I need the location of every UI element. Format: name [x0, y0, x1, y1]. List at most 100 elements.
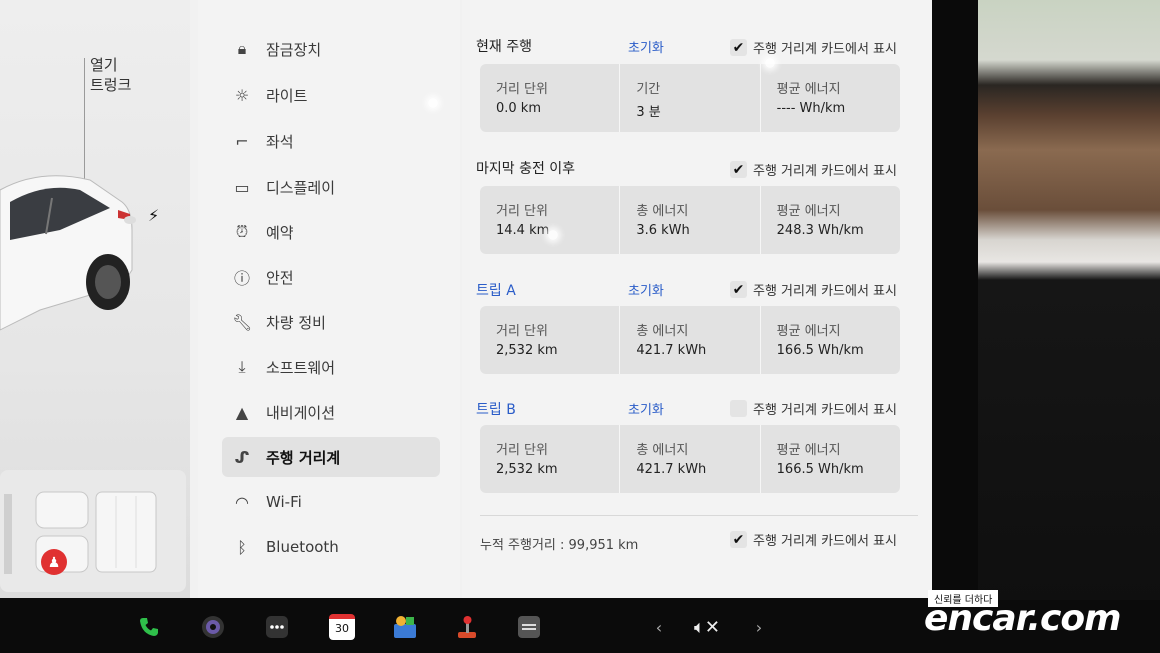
svg-text:♟: ♟: [48, 555, 61, 571]
menu-item-navigation[interactable]: ▲ 내비게이션: [222, 392, 440, 432]
stat-cell: 총 에너지 421.7 kWh: [620, 306, 761, 374]
dashcam-icon[interactable]: [516, 614, 542, 640]
menu-item-label: Wi-Fi: [266, 493, 302, 511]
light-reflection: [548, 230, 558, 240]
lock-icon: 🔒︎: [237, 39, 247, 58]
toybox-icon[interactable]: [392, 614, 418, 640]
watermark-brand: encar.com: [924, 598, 1122, 639]
since-charge-title: 마지막 충전 이후: [476, 161, 576, 177]
stat-cell: 평균 에너지 ---- Wh/km: [761, 64, 900, 132]
odometer-show-toggle[interactable]: ✔ 주행 거리계 카드에서 표시: [730, 530, 897, 549]
stat-cell: 평균 에너지 166.5 Wh/km: [761, 306, 900, 374]
since-charge-card: 거리 단위 14.4 km 총 에너지 3.6 kWh 평균 에너지 248.3…: [480, 186, 900, 254]
wrench-icon: 🔧︎: [232, 312, 253, 332]
phone-icon[interactable]: [136, 614, 162, 640]
navigation-icon: ▲: [235, 402, 249, 422]
menu-item-schedule[interactable]: ⏰︎ 예약: [222, 212, 440, 252]
trip-b-title: 트립 B: [476, 402, 516, 418]
trip-a-show-toggle[interactable]: ✔ 주행 거리계 카드에서 표시: [730, 280, 897, 299]
light-reflection: [765, 58, 775, 68]
menu-item-display[interactable]: ▭ 디스플레이: [222, 167, 440, 207]
checkbox-label: 주행 거리계 카드에서 표시: [753, 534, 897, 549]
menu-item-wifi[interactable]: ◠ Wi-Fi: [222, 482, 440, 522]
alarm-icon: ⏰︎: [235, 222, 249, 241]
stat-value: 3 분: [636, 105, 661, 120]
stat-value: 421.7 kWh: [636, 343, 707, 358]
stat-value: ---- Wh/km: [776, 101, 846, 116]
stat-cell: 거리 단위 2,532 km: [480, 306, 621, 374]
menu-item-safety[interactable]: ⓘ 안전: [222, 257, 440, 297]
current-drive-title: 현재 주행: [476, 39, 532, 55]
menu-item-bluetooth[interactable]: ᛒ Bluetooth: [222, 527, 440, 567]
menu-item-label: 안전: [266, 268, 294, 287]
calendar-icon[interactable]: 30: [328, 614, 356, 640]
stat-label: 거리 단위: [496, 204, 548, 219]
trip-b-reset-button[interactable]: 초기화: [628, 399, 664, 418]
current-drive-card: 거리 단위 0.0 km 기간 3 분 평균 에너지 ---- Wh/km: [480, 64, 900, 132]
safety-icon: ⓘ: [233, 269, 250, 288]
more-icon[interactable]: [264, 614, 290, 640]
stat-label: 평균 에너지: [776, 204, 841, 219]
light-reflection: [428, 98, 438, 108]
charging-bolt-icon: ⚡: [148, 206, 160, 225]
car-image: [0, 175, 136, 331]
odometer-text: 누적 주행거리 : 99,951 km: [480, 538, 639, 553]
stat-value: 0.0 km: [496, 101, 541, 116]
screen-bezel: 열기 트렁크 ⚡ ♟ 🔒︎ 잠금장치 ☼ 라이트 ⌐ 좌석 ▭ 디스플레이 ⏰︎…: [0, 0, 978, 600]
menu-item-label: 내비게이션: [266, 403, 336, 422]
trunk-label: 트렁크: [90, 76, 132, 94]
chevron-left-icon[interactable]: ‹: [652, 614, 666, 640]
stat-cell: 거리 단위 2,532 km: [480, 425, 621, 493]
stat-value: 421.7 kWh: [636, 462, 707, 477]
stat-label: 총 에너지: [636, 443, 689, 458]
checkbox-checked-icon: ✔: [730, 161, 747, 178]
current-drive-reset-button[interactable]: 초기화: [628, 37, 664, 56]
menu-item-lights[interactable]: ☼ 라이트: [222, 75, 440, 115]
divider: [480, 515, 918, 516]
trip-icon: ᔑ: [234, 447, 250, 467]
vehicle-panel: 열기 트렁크 ⚡ ♟: [0, 0, 190, 598]
arcade-icon[interactable]: [454, 614, 480, 640]
menu-item-seats[interactable]: ⌐ 좌석: [222, 121, 440, 161]
current-drive-show-toggle[interactable]: ✔ 주행 거리계 카드에서 표시: [730, 38, 897, 57]
menu-item-label: 라이트: [266, 86, 308, 105]
stat-value: 248.3 Wh/km: [776, 223, 864, 238]
stat-label: 기간: [636, 82, 661, 97]
checkbox-checked-icon: ✔: [730, 281, 747, 298]
stat-cell: 총 에너지 421.7 kWh: [620, 425, 761, 493]
stat-value: 2,532 km: [496, 462, 558, 477]
trip-b-show-toggle[interactable]: 주행 거리계 카드에서 표시: [730, 399, 897, 418]
stat-cell: 거리 단위 0.0 km: [480, 64, 621, 132]
trunk-action-label: 열기: [90, 56, 118, 74]
menu-item-service[interactable]: 🔧︎ 차량 정비: [222, 302, 440, 342]
chevron-right-icon[interactable]: ›: [752, 614, 766, 640]
stat-label: 거리 단위: [496, 443, 548, 458]
camera-icon[interactable]: [200, 614, 226, 640]
checkbox-checked-icon: ✔: [730, 39, 747, 56]
menu-item-label: 소프트웨어: [266, 358, 336, 377]
menu-item-label: 디스플레이: [266, 178, 336, 197]
menu-item-trips[interactable]: ᔑ 주행 거리계: [222, 437, 440, 477]
stat-label: 거리 단위: [496, 324, 548, 339]
menu-item-label: 주행 거리계: [266, 448, 341, 467]
trunk-button[interactable]: 열기 트렁크: [90, 55, 131, 95]
menu-item-locks[interactable]: 🔒︎ 잠금장치: [222, 29, 440, 69]
stat-cell: 거리 단위 14.4 km: [480, 186, 621, 254]
menu-item-label: Bluetooth: [266, 538, 339, 556]
stat-label: 평균 에너지: [776, 324, 841, 339]
trip-a-reset-button[interactable]: 초기화: [628, 280, 664, 299]
since-charge-show-toggle[interactable]: ✔ 주행 거리계 카드에서 표시: [730, 160, 897, 179]
menu-item-label: 잠금장치: [266, 40, 322, 59]
menu-item-software[interactable]: ⤓ 소프트웨어: [222, 347, 440, 387]
trip-a-title: 트립 A: [476, 283, 516, 299]
trip-a-card: 거리 단위 2,532 km 총 에너지 421.7 kWh 평균 에너지 16…: [480, 306, 900, 374]
checkbox-checked-icon: ✔: [730, 531, 747, 548]
menu-item-label: 좌석: [266, 132, 294, 151]
wifi-icon: ◠: [235, 492, 249, 512]
seat-occupancy-card: ♟: [0, 470, 186, 592]
seat-icon: ⌐: [235, 131, 249, 151]
volume-mute-icon[interactable]: 🔈︎✕: [690, 614, 724, 640]
stat-label: 평균 에너지: [776, 443, 841, 458]
background-interior: [975, 0, 1160, 653]
checkbox-label: 주행 거리계 카드에서 표시: [753, 284, 897, 299]
